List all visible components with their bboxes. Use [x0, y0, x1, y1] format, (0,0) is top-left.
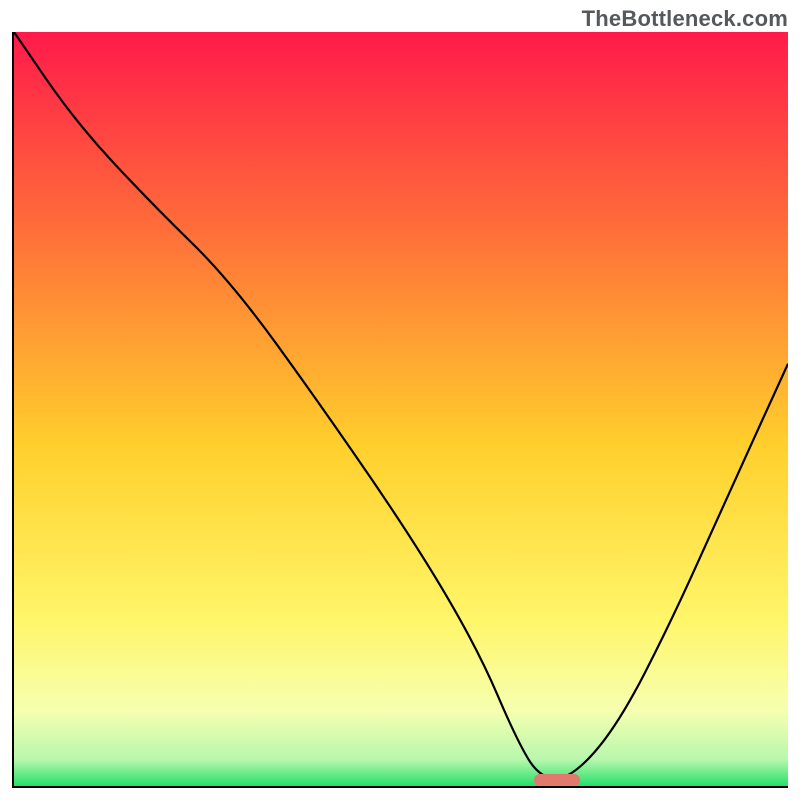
plot-area [12, 32, 788, 788]
bottleneck-curve [14, 32, 788, 786]
watermark-text: TheBottleneck.com [582, 6, 788, 32]
optimal-range-marker [534, 774, 581, 786]
chart-container: TheBottleneck.com [0, 0, 800, 800]
